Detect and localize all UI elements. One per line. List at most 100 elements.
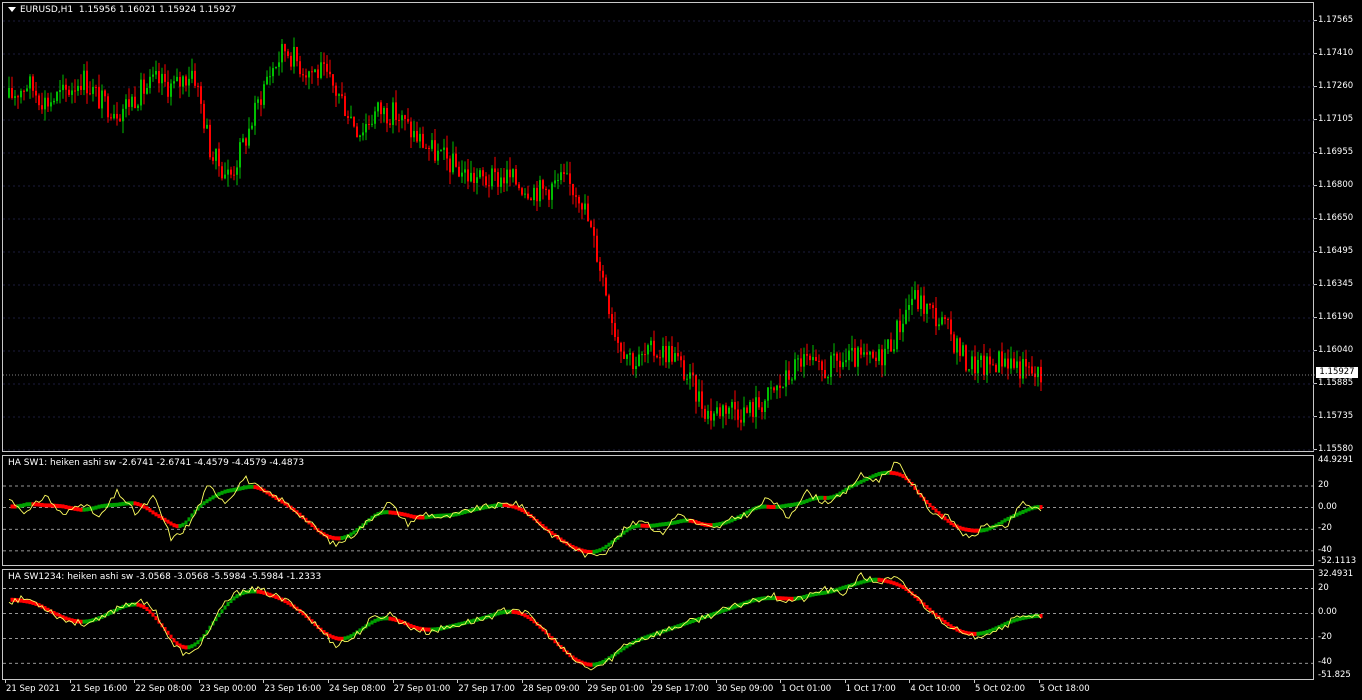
indicator1-pane[interactable]: HA SW1: heiken ashi sw -2.6741 -2.6741 -… [2, 455, 1315, 567]
candle-body [485, 176, 487, 186]
time-axis-tick [844, 680, 846, 683]
price-axis-tick [1314, 20, 1317, 21]
candle-body [212, 157, 214, 161]
price-axis-label: 1.15735 [1318, 411, 1354, 421]
price-axis-label: 1.17410 [1318, 48, 1354, 58]
candle-body [392, 102, 394, 125]
candle-body [143, 79, 145, 94]
price-axis-label: 1.16800 [1318, 180, 1354, 190]
ha-dot [382, 510, 386, 515]
indicator1-axis[interactable]: 44.9291 20 0.00 -20 -40 -52.1113 [1314, 455, 1362, 566]
price-axis-tick [1314, 53, 1317, 54]
ha-dot [790, 502, 794, 507]
ha-dot [715, 522, 719, 527]
candle-body [260, 99, 262, 105]
candle-body [833, 353, 835, 356]
candle-body [11, 88, 13, 98]
ha-dot [589, 662, 593, 667]
indicator1-canvas[interactable] [3, 456, 1315, 567]
price-axis-label: 1.16955 [1318, 147, 1354, 157]
candle-body [1010, 358, 1012, 369]
candle-body [191, 70, 193, 79]
candle-body [794, 359, 796, 380]
ha-dot [154, 512, 158, 517]
ha-dot [34, 502, 38, 507]
candle-body [653, 340, 655, 356]
candle-body [278, 62, 280, 67]
candle-body [782, 386, 784, 388]
time-axis[interactable]: 21 Sep 2021 21 Sep 16:00 22 Sep 08:00 23 Se… [2, 680, 1314, 700]
candle-body [125, 99, 127, 109]
ha-dot [385, 510, 389, 515]
ha-dot [409, 623, 413, 628]
ha-dot [862, 478, 866, 483]
ha-dot [1012, 618, 1016, 623]
candle-body [182, 76, 184, 87]
price-axis-label: 1.16495 [1318, 246, 1354, 256]
candle-body [866, 352, 868, 355]
ha-dot [136, 502, 140, 507]
candle-body [728, 407, 730, 414]
ha-dot [424, 627, 428, 632]
ha-dot [184, 520, 188, 525]
ha-dot [682, 518, 686, 523]
ha-dot [217, 613, 221, 618]
ha-dot [1024, 508, 1028, 513]
ha-dot [79, 507, 83, 512]
ha-dot [499, 610, 503, 615]
indicator2-pane[interactable]: HA SW1234: heiken ashi sw -3.0568 -3.056… [2, 569, 1315, 681]
candle-body [827, 376, 829, 379]
ha-dot [745, 510, 749, 515]
ha-dot [388, 510, 392, 515]
candle-body [812, 357, 814, 361]
candle-body [893, 349, 895, 352]
candle-body [869, 351, 871, 355]
ha-dot [400, 512, 404, 517]
ha-dot [253, 485, 257, 490]
candle-body [383, 108, 385, 115]
price-chart-pane[interactable]: EURUSD,H1 1.15956 1.16021 1.15924 1.1592… [2, 2, 1315, 453]
price-axis[interactable]: 1.17565 1.17410 1.17260 1.17105 1.16955 1.168… [1314, 2, 1362, 454]
candle-body [818, 360, 820, 362]
candle-body [941, 317, 943, 325]
candle-body [839, 360, 841, 368]
candle-body [131, 96, 133, 107]
ha-dot [136, 602, 140, 607]
candle-body [755, 397, 757, 417]
ha-dot [985, 630, 989, 635]
candle-body [14, 96, 16, 98]
candle-body [269, 76, 271, 78]
candle-body [950, 319, 952, 335]
candle-body [386, 108, 388, 124]
candle-body [890, 339, 892, 352]
price-chart-canvas[interactable] [3, 3, 1315, 453]
candle-body [1007, 358, 1009, 369]
candle-body [416, 131, 418, 142]
candle-body [104, 90, 106, 97]
time-axis-label: 22 Sep 08:00 [135, 684, 192, 694]
time-axis-label: 5 Oct 18:00 [1039, 684, 1090, 694]
ha-dot [718, 522, 722, 527]
ha-dot [349, 532, 353, 537]
dropdown-triangle-icon[interactable] [8, 7, 16, 12]
time-axis-tick [715, 680, 717, 683]
ha-dot [676, 519, 680, 524]
candle-body [995, 364, 997, 373]
candle-body [605, 277, 607, 296]
ha-dot [598, 661, 602, 666]
candle-body [77, 85, 79, 91]
candle-body [1022, 358, 1024, 379]
ha-dot [97, 504, 101, 509]
ha-dot [643, 523, 647, 528]
ha-dot [76, 507, 80, 512]
time-axis-tick [651, 680, 652, 683]
indicator2-axis[interactable]: 32.4931 20 0.00 -20 -40 -51.825 [1314, 569, 1362, 680]
candle-body [947, 318, 949, 320]
ha-dot [967, 527, 971, 532]
candle-body [449, 158, 451, 173]
ha-dot [118, 502, 122, 507]
candle-body [173, 81, 175, 84]
time-axis-label: 30 Sep 09:00 [716, 684, 774, 694]
indicator2-canvas[interactable] [3, 570, 1315, 681]
candle-body [461, 172, 463, 177]
